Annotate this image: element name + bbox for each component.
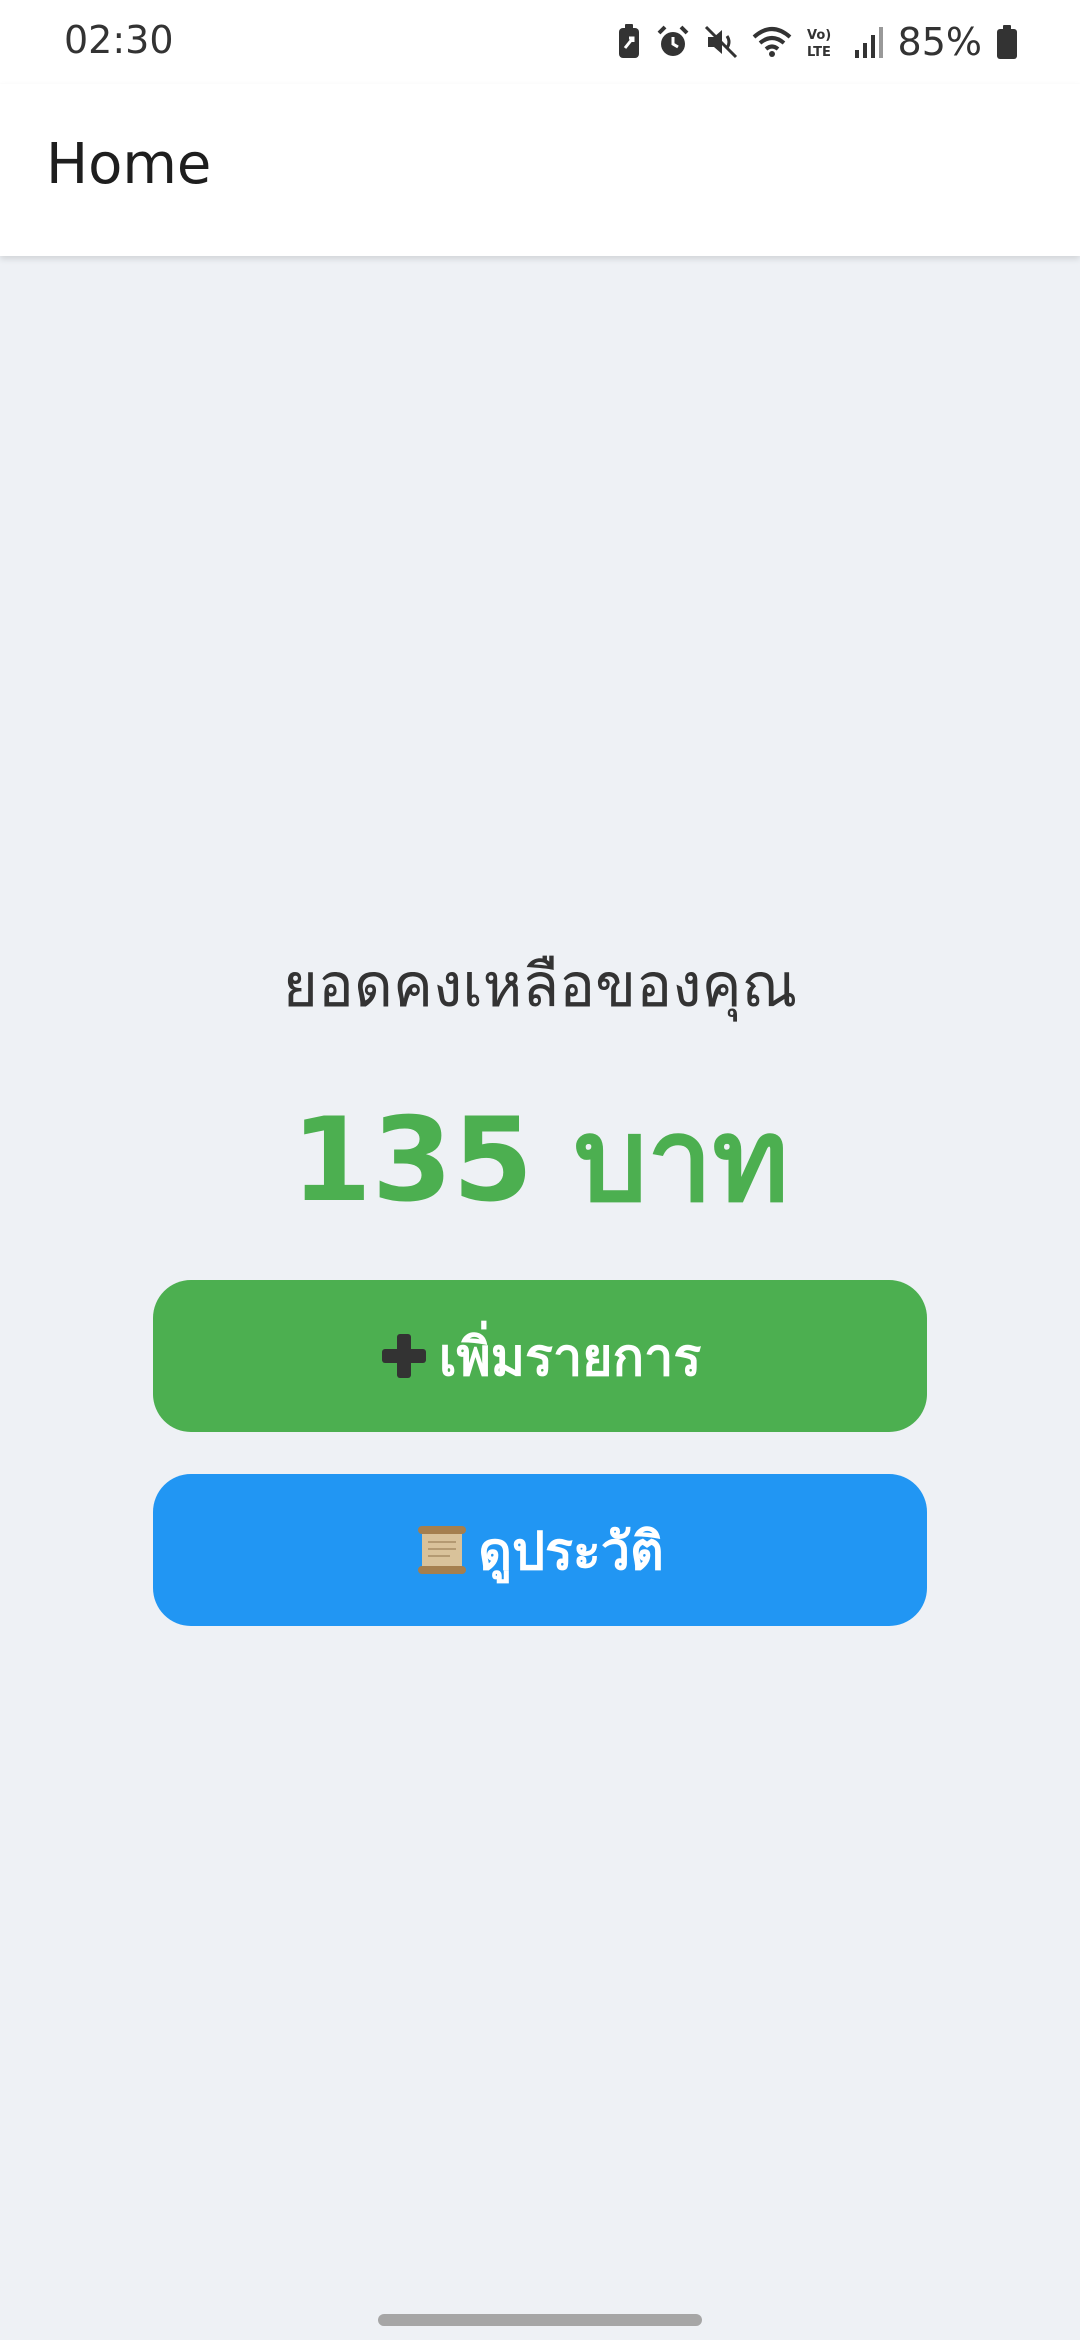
scroll-icon bbox=[416, 1524, 468, 1576]
status-bar: 02:30 Vo) LTE 85% bbox=[0, 0, 1080, 84]
balance-amount: 135 บาท bbox=[291, 1093, 789, 1228]
battery-icon bbox=[996, 25, 1018, 59]
alarm-icon bbox=[656, 25, 690, 59]
volte-icon: Vo) LTE bbox=[806, 25, 840, 59]
status-icons: Vo) LTE 85% bbox=[616, 18, 1018, 66]
mute-icon bbox=[704, 25, 738, 59]
page-title: Home bbox=[46, 132, 212, 197]
add-transaction-button[interactable]: เพิ่มรายการ bbox=[153, 1280, 927, 1432]
status-time: 02:30 bbox=[64, 18, 174, 62]
plus-icon bbox=[379, 1331, 429, 1381]
home-indicator[interactable] bbox=[378, 2314, 702, 2326]
battery-saver-icon bbox=[616, 24, 642, 60]
view-history-button[interactable]: ดูประวัติ bbox=[153, 1474, 927, 1626]
add-transaction-label: เพิ่มรายการ bbox=[438, 1327, 702, 1388]
svg-text:Vo): Vo) bbox=[807, 28, 831, 43]
svg-text:LTE: LTE bbox=[807, 45, 831, 59]
balance-label: ยอดคงเหลือของคุณ bbox=[282, 951, 798, 1021]
app-bar: Home bbox=[0, 84, 1080, 256]
view-history-label: ดูประวัติ bbox=[478, 1521, 664, 1582]
wifi-icon bbox=[752, 25, 792, 59]
main-content: ยอดคงเหลือของคุณ 135 บาท เพิ่มรายการ ดูป… bbox=[0, 258, 1080, 2340]
battery-percent: 85% bbox=[897, 20, 982, 64]
signal-icon bbox=[854, 26, 884, 58]
